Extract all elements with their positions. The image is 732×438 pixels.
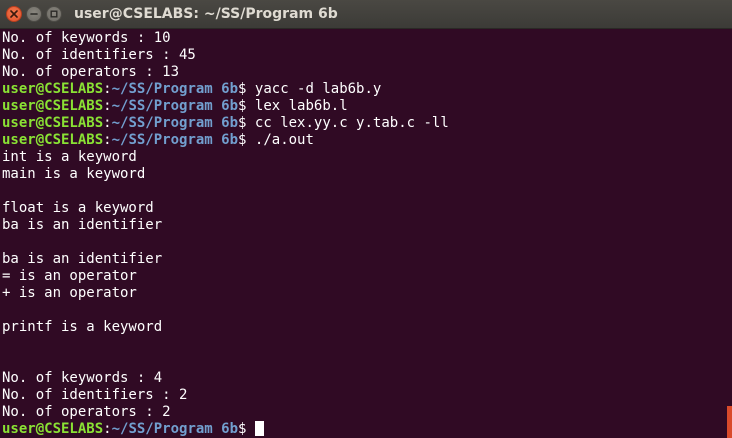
output-line: No. of identifiers : 2	[2, 387, 188, 403]
minimize-button[interactable]	[26, 6, 42, 22]
prompt-user: user@CSELABS	[2, 98, 104, 114]
output-line: No. of operators : 13	[2, 64, 180, 80]
maximize-icon	[50, 10, 58, 18]
maximize-button[interactable]	[46, 6, 62, 22]
prompt-line: user@CSELABS:~/SS/Program 6b$ lex lab6b.…	[2, 98, 724, 115]
prompt-line: user@CSELABS:~/SS/Program 6b$	[2, 421, 724, 438]
prompt-path: ~/SS/Program 6b	[111, 98, 239, 114]
prompt-symbol: $	[238, 115, 247, 131]
output-line: No. of operators : 2	[2, 404, 171, 420]
output-line: ba is an identifier	[2, 217, 163, 233]
prompt-symbol: $	[238, 81, 247, 97]
prompt-user: user@CSELABS	[2, 132, 104, 148]
close-button[interactable]	[6, 6, 22, 22]
prompt-user: user@CSELABS	[2, 115, 104, 131]
output-line: int is a keyword	[2, 149, 137, 165]
prompt-symbol: $	[238, 98, 247, 114]
output-line: float is a keyword	[2, 200, 154, 216]
output-line: = is an operator	[2, 268, 137, 284]
command-text: yacc -d lab6b.y	[254, 81, 382, 97]
title-bar[interactable]: user@CSELABS: ~/SS/Program 6b	[0, 0, 732, 29]
minimize-icon	[30, 13, 38, 15]
prompt-separator: :	[103, 421, 112, 437]
prompt-user: user@CSELABS	[2, 81, 104, 97]
output-line: main is a keyword	[2, 166, 146, 182]
output-line: ba is an identifier	[2, 251, 163, 267]
output-line: + is an operator	[2, 285, 137, 301]
prompt-path: ~/SS/Program 6b	[111, 115, 239, 131]
prompt-path: ~/SS/Program 6b	[111, 132, 239, 148]
output-line: No. of identifiers : 45	[2, 47, 196, 63]
prompt-path: ~/SS/Program 6b	[111, 421, 239, 437]
prompt-line: user@CSELABS:~/SS/Program 6b$ yacc -d la…	[2, 81, 724, 98]
prompt-separator: :	[103, 81, 112, 97]
prompt-user: user@CSELABS	[2, 421, 104, 437]
command-text: ./a.out	[254, 132, 314, 148]
window-title: user@CSELABS: ~/SS/Program 6b	[74, 6, 338, 22]
terminal-window: user@CSELABS: ~/SS/Program 6b No. of key…	[0, 0, 732, 438]
close-icon	[10, 10, 18, 18]
command-text: lex lab6b.l	[254, 98, 348, 114]
scrollbar[interactable]	[727, 406, 732, 438]
prompt-separator: :	[103, 132, 112, 148]
prompt-separator: :	[103, 98, 112, 114]
terminal-output[interactable]: No. of keywords : 10 No. of identifiers :…	[2, 30, 724, 438]
command-text: cc lex.yy.c y.tab.c -ll	[254, 115, 449, 131]
output-line: No. of keywords : 4	[2, 370, 163, 386]
prompt-line: user@CSELABS:~/SS/Program 6b$ cc lex.yy.…	[2, 115, 724, 132]
text-cursor	[254, 421, 264, 436]
prompt-path: ~/SS/Program 6b	[111, 81, 239, 97]
output-line: No. of keywords : 10	[2, 30, 171, 46]
output-line: printf is a keyword	[2, 319, 163, 335]
prompt-symbol: $	[238, 132, 247, 148]
prompt-separator: :	[103, 115, 112, 131]
prompt-line: user@CSELABS:~/SS/Program 6b$ ./a.out	[2, 132, 724, 149]
prompt-symbol: $	[238, 421, 247, 437]
